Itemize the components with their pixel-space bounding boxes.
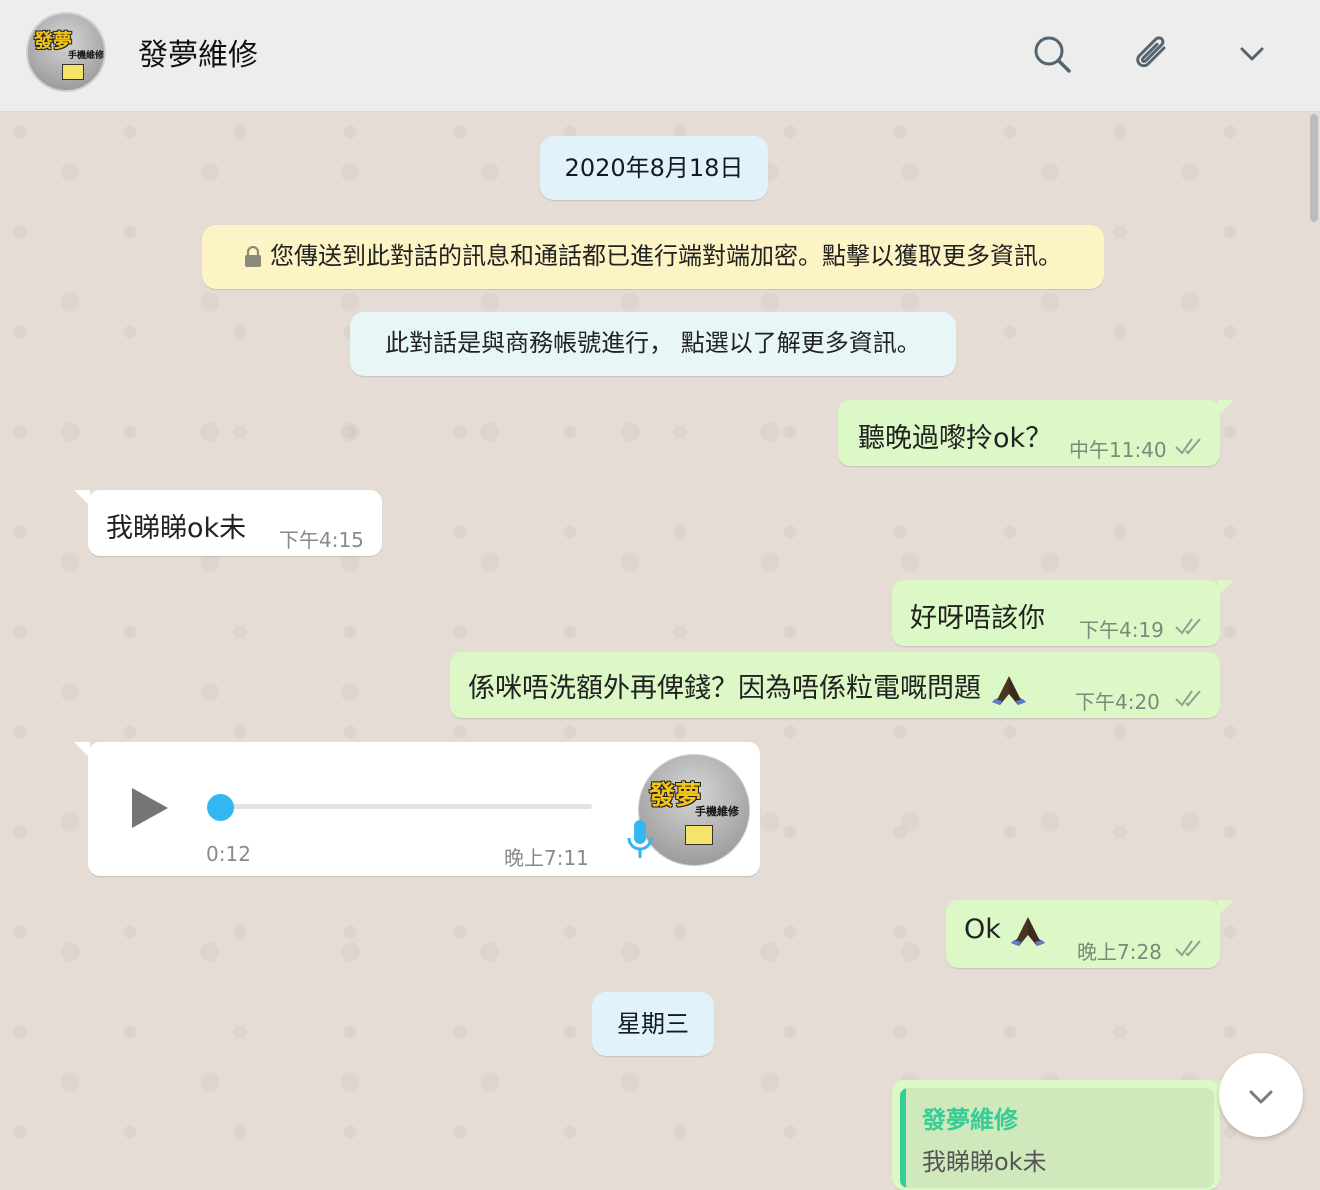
message-text-wrap: 係咪唔洗額外再俾錢？因為唔係粒電嘅問題	[468, 666, 1028, 706]
day-label: 星期三	[617, 1010, 689, 1038]
message-time: 晚上7:28	[1077, 940, 1162, 964]
message-text: 聽晚過嚟拎ok？	[858, 423, 1053, 454]
bubble-tail	[1218, 580, 1234, 596]
outgoing-message[interactable]: 聽晚過嚟拎ok？ 中午11:40	[838, 400, 1234, 466]
message-text: 好呀唔該你	[910, 603, 1045, 634]
bubble-tail	[1218, 400, 1234, 416]
outgoing-message[interactable]: Ok 晚上7:28	[946, 900, 1234, 968]
double-check-icon	[1175, 618, 1201, 635]
chevron-down-icon[interactable]	[1230, 32, 1274, 76]
message-text: 係咪唔洗額外再俾錢？因為唔係粒電嘅問題	[468, 673, 981, 704]
message-time: 下午4:20	[1075, 690, 1160, 714]
chevron-down-icon	[1249, 1090, 1273, 1104]
message-text: 我睇睇ok未	[106, 513, 247, 544]
message-text: Ok	[964, 914, 1001, 945]
avatar-logo-text: 發夢	[34, 30, 73, 52]
sender-avatar: 發夢 手機維修	[638, 754, 750, 866]
bubble-tail	[74, 742, 90, 758]
outgoing-message[interactable]: 好呀唔該你 下午4:19	[892, 580, 1234, 646]
business-account-notice[interactable]: 此對話是與商務帳號進行， 點選以了解更多資訊。	[350, 312, 956, 376]
outgoing-reply-message[interactable]: 發夢維修 我睇睇ok未	[892, 1080, 1234, 1190]
date-separator: 2020年8月18日	[540, 136, 768, 200]
quoted-author: 發夢維修	[922, 1106, 1018, 1134]
contact-name[interactable]: 發夢維修	[138, 30, 258, 74]
date-label: 2020年8月18日	[564, 154, 744, 182]
scroll-to-bottom-button[interactable]	[1219, 1053, 1303, 1137]
bubble-tail	[1218, 900, 1234, 916]
lock-icon	[245, 246, 261, 267]
folded-hands-icon	[1011, 916, 1046, 946]
quoted-message[interactable]: 發夢維修 我睇睇ok未	[900, 1088, 1214, 1188]
message-time: 中午11:40	[1069, 438, 1167, 462]
double-check-icon	[1175, 940, 1201, 957]
message-time: 晚上7:11	[504, 846, 589, 870]
voice-progress-handle[interactable]	[207, 794, 234, 821]
avatar-logo-subtext: 手機維修	[68, 51, 105, 61]
avatar-flag-graphic	[685, 825, 713, 845]
bubble-tail	[74, 490, 90, 506]
contact-avatar[interactable]: 發夢 手機維修	[26, 12, 106, 92]
incoming-voice-message[interactable]: 0:12 晚上7:11 發夢 手機維修	[74, 742, 760, 876]
play-icon[interactable]	[128, 784, 172, 832]
double-check-icon	[1175, 438, 1201, 455]
chat-scrollbar[interactable]	[1310, 114, 1318, 222]
avatar-logo-subtext: 手機維修	[695, 805, 739, 818]
message-time: 下午4:19	[1079, 618, 1164, 642]
double-check-icon	[1175, 690, 1201, 707]
search-icon[interactable]	[1030, 32, 1074, 76]
chat-header: 發夢 手機維修 發夢維修	[0, 0, 1320, 112]
outgoing-message[interactable]: 係咪唔洗額外再俾錢？因為唔係粒電嘅問題 下午4:20	[450, 652, 1220, 718]
voice-progress-track[interactable]	[220, 804, 592, 809]
encryption-notice-text: 您傳送到此對話的訊息和通話都已進行端對端加密。點擊以獲取更多資訊。	[270, 242, 1062, 270]
attach-icon[interactable]	[1130, 32, 1174, 76]
incoming-message[interactable]: 我睇睇ok未 下午4:15	[74, 490, 382, 556]
day-separator: 星期三	[592, 992, 714, 1056]
voice-duration: 0:12	[206, 842, 251, 866]
quote-bar	[900, 1088, 906, 1188]
message-text-wrap: Ok	[964, 914, 1047, 947]
folded-hands-icon	[991, 675, 1026, 705]
message-time: 下午4:15	[279, 528, 364, 552]
encryption-notice[interactable]: 您傳送到此對話的訊息和通話都已進行端對端加密。點擊以獲取更多資訊。	[202, 225, 1104, 289]
avatar-flag-graphic	[62, 64, 84, 80]
business-notice-text: 此對話是與商務帳號進行， 點選以了解更多資訊。	[385, 329, 921, 357]
quoted-text: 我睇睇ok未	[922, 1148, 1047, 1176]
avatar-logo-text: 發夢	[649, 781, 702, 811]
microphone-icon	[627, 820, 653, 858]
